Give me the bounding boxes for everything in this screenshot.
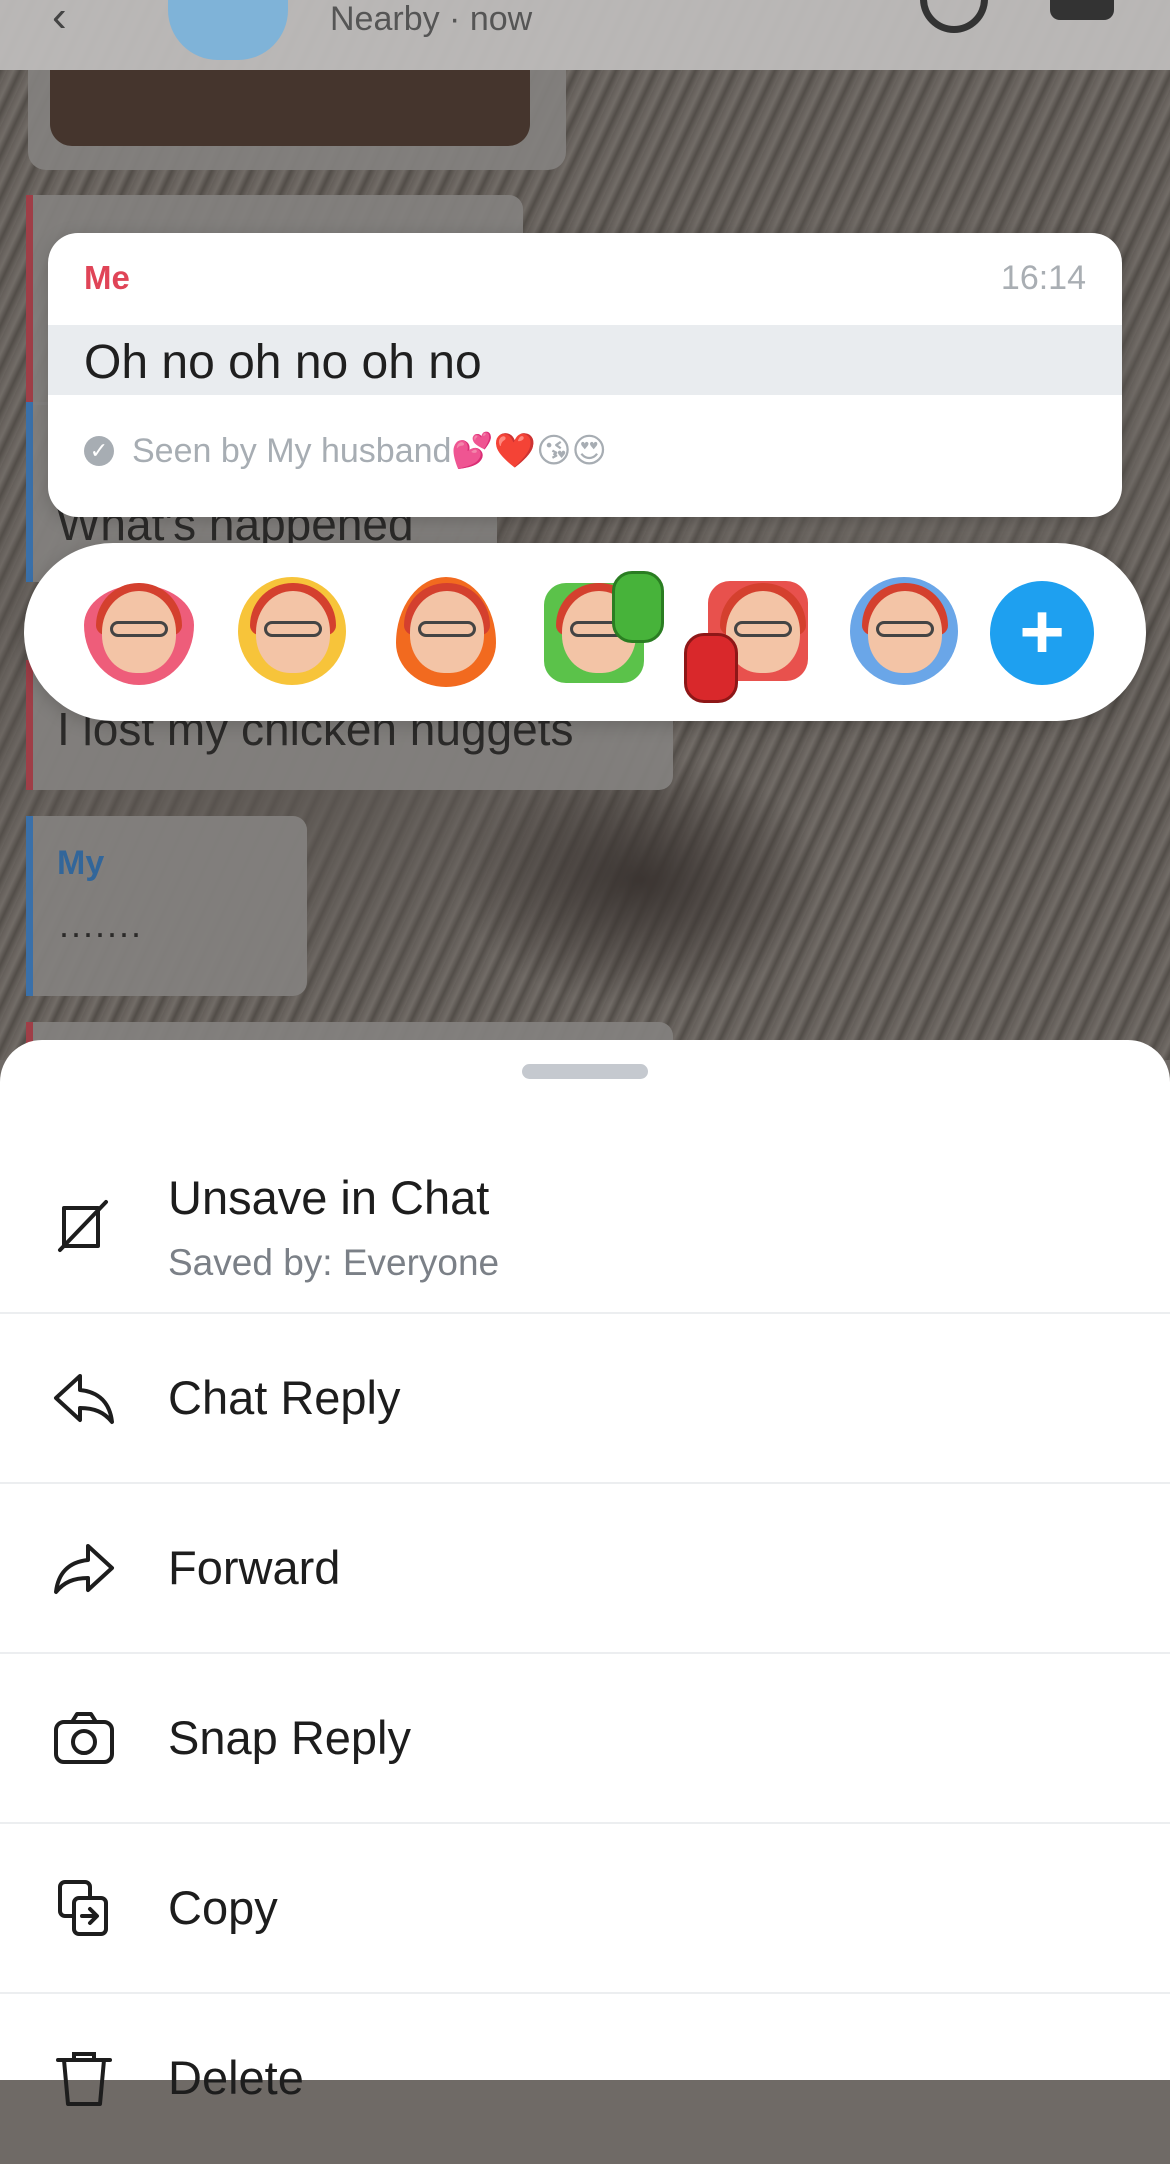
message-text: Oh no oh no oh no [84,336,482,389]
thumbs-down-bitmoji-icon[interactable] [684,577,808,703]
seen-text: Seen by My husband💕❤️😘😍 [132,432,607,470]
chat-reply-option[interactable]: Chat Reply [0,1312,1170,1484]
avatar[interactable] [168,0,288,60]
video-call-icon[interactable] [1050,0,1114,20]
copy-icon [52,1876,116,1940]
sheet-handle[interactable] [522,1064,648,1079]
chat-background: What's happened I lost my chicken nugget… [0,0,1170,1060]
message-time: 16:14 [1000,259,1086,297]
dim-overlay[interactable] [0,0,1170,1060]
option-label: Chat Reply [168,1371,401,1424]
focused-message-card: Me 16:14 Oh no oh no oh no ✓ Seen by My … [48,233,1122,517]
heart-bitmoji-icon[interactable] [84,577,194,687]
option-label: Copy [168,1881,278,1934]
option-label: Delete [168,2051,304,2104]
phone-call-icon[interactable] [920,0,988,33]
option-label: Unsave in Chat [168,1171,490,1224]
trash-icon [52,2046,116,2110]
friend-status: Nearby · now [330,0,533,38]
unsave-in-chat-option[interactable]: Unsave in Chat Saved by: Everyone [0,1100,1170,1312]
plus-icon: + [1019,587,1065,675]
forward-option[interactable]: Forward [0,1482,1170,1654]
chat-header: ‹ Nearby · now [0,0,1170,70]
reply-arrow-icon [52,1366,116,1430]
thumbs-up-bitmoji-icon[interactable] [544,571,664,687]
reaction-bar: + [24,543,1146,721]
option-label: Snap Reply [168,1711,411,1764]
add-reaction-button[interactable]: + [990,581,1094,685]
message-highlight: Oh no oh no oh no [48,325,1122,395]
camera-icon [52,1706,116,1770]
copy-option[interactable]: Copy [0,1822,1170,1994]
forward-arrow-icon [52,1536,116,1600]
unsave-icon [52,1194,116,1258]
checkmark-icon: ✓ [84,436,114,466]
delete-option[interactable]: Delete [0,1992,1170,2164]
back-icon[interactable]: ‹ [52,0,67,42]
snap-reply-option[interactable]: Snap Reply [0,1652,1170,1824]
seen-receipt: ✓ Seen by My husband💕❤️😘😍 [84,431,607,471]
fire-bitmoji-icon[interactable] [392,577,502,687]
option-sublabel: Saved by: Everyone [168,1242,500,1283]
sad-tear-bitmoji-icon[interactable] [850,577,960,687]
action-sheet: Unsave in Chat Saved by: Everyone Chat R… [0,1040,1170,2106]
laughing-tears-bitmoji-icon[interactable] [238,577,348,687]
option-label: Forward [168,1541,341,1594]
message-sender: Me [84,259,130,296]
